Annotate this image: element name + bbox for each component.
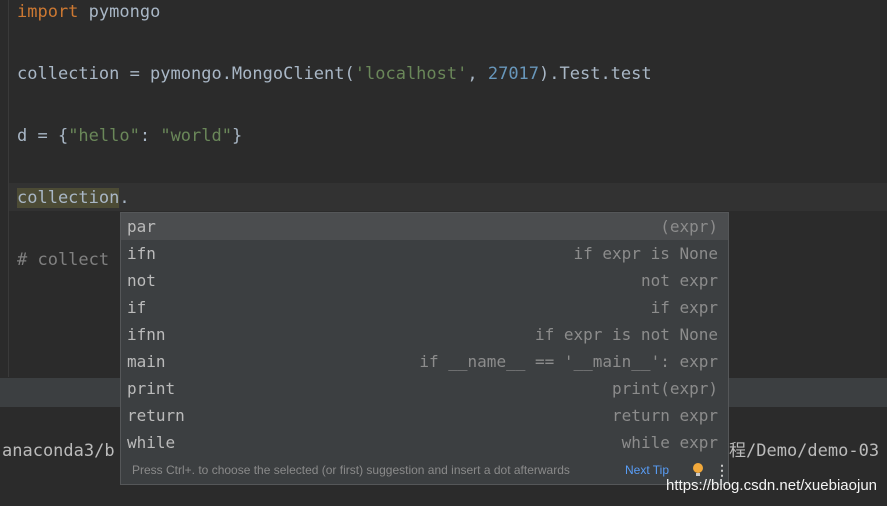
- code-text: }: [231, 126, 243, 146]
- highlighted-identifier: collection: [17, 188, 120, 208]
- completion-item-desc: print(expr): [612, 379, 718, 398]
- module-name: pymongo: [78, 2, 161, 22]
- current-line-highlight: [9, 183, 887, 211]
- completion-item[interactable]: return return expr: [121, 402, 728, 429]
- code-text: d = {: [17, 126, 69, 146]
- comment-text: # collect: [17, 250, 110, 270]
- code-text: :: [139, 126, 161, 146]
- completion-item-desc: (expr): [660, 217, 718, 236]
- code-text: collection = pymongo.MongoClient(: [17, 64, 355, 84]
- string-literal: "world": [160, 126, 232, 146]
- lightbulb-icon[interactable]: [693, 463, 703, 476]
- completion-item[interactable]: ifn if expr is None: [121, 240, 728, 267]
- completion-item-name: print: [127, 379, 176, 398]
- completion-item-name: main: [127, 352, 166, 371]
- code-line-1[interactable]: import pymongo: [17, 1, 160, 23]
- completion-item[interactable]: main if __name__ == '__main__': expr: [121, 348, 728, 375]
- completion-item-name: while: [127, 433, 176, 452]
- code-text: .: [119, 188, 130, 208]
- completion-item-name: not: [127, 271, 156, 290]
- code-line-3[interactable]: d = {"hello": "world"}: [17, 125, 242, 147]
- code-line-2[interactable]: collection = pymongo.MongoClient('localh…: [17, 63, 652, 85]
- terminal-path-right: 程/Demo/demo-03: [729, 441, 880, 461]
- completion-item-name: return: [127, 406, 185, 425]
- completion-item[interactable]: not not expr: [121, 267, 728, 294]
- next-tip-link[interactable]: Next Tip: [625, 456, 669, 484]
- completion-item-desc: while expr: [621, 433, 718, 452]
- completion-item-name: if: [127, 298, 147, 317]
- keyword-import: import: [17, 2, 79, 22]
- completion-item[interactable]: par (expr): [121, 213, 728, 240]
- completion-item[interactable]: print print(expr): [121, 375, 728, 402]
- completion-hint: Press Ctrl+. to choose the selected (or …: [132, 463, 570, 477]
- completion-item[interactable]: ifnn if expr is not None: [121, 321, 728, 348]
- completion-item-desc: if expr is None: [573, 244, 719, 263]
- completion-item-desc: if expr: [650, 298, 718, 317]
- completion-item-desc: if __name__ == '__main__': expr: [419, 352, 718, 371]
- code-line-4[interactable]: collection.: [17, 187, 130, 209]
- code-line-5[interactable]: # collect: [17, 249, 109, 271]
- completion-item-desc: if expr is not None: [534, 325, 718, 344]
- completion-item[interactable]: if if expr: [121, 294, 728, 321]
- string-literal: 'localhost': [354, 64, 468, 84]
- completion-item-name: ifnn: [127, 325, 166, 344]
- code-text: ).Test.test: [539, 64, 652, 84]
- code-text: ,: [467, 64, 488, 84]
- completion-item-desc: return expr: [612, 406, 718, 425]
- completion-item-name: par: [127, 217, 156, 236]
- completion-item-desc: not expr: [640, 271, 718, 290]
- number-literal: 27017: [487, 64, 540, 84]
- string-literal: "hello": [68, 126, 140, 146]
- watermark: https://blog.csdn.net/xuebiaojun: [666, 477, 877, 494]
- completion-item[interactable]: while while expr: [121, 429, 728, 456]
- completion-footer: Press Ctrl+. to choose the selected (or …: [121, 456, 729, 484]
- completion-popup[interactable]: par (expr) ifn if expr is None not not e…: [120, 212, 729, 485]
- terminal-path-left: anaconda3/b: [2, 441, 115, 461]
- completion-item-name: ifn: [127, 244, 156, 263]
